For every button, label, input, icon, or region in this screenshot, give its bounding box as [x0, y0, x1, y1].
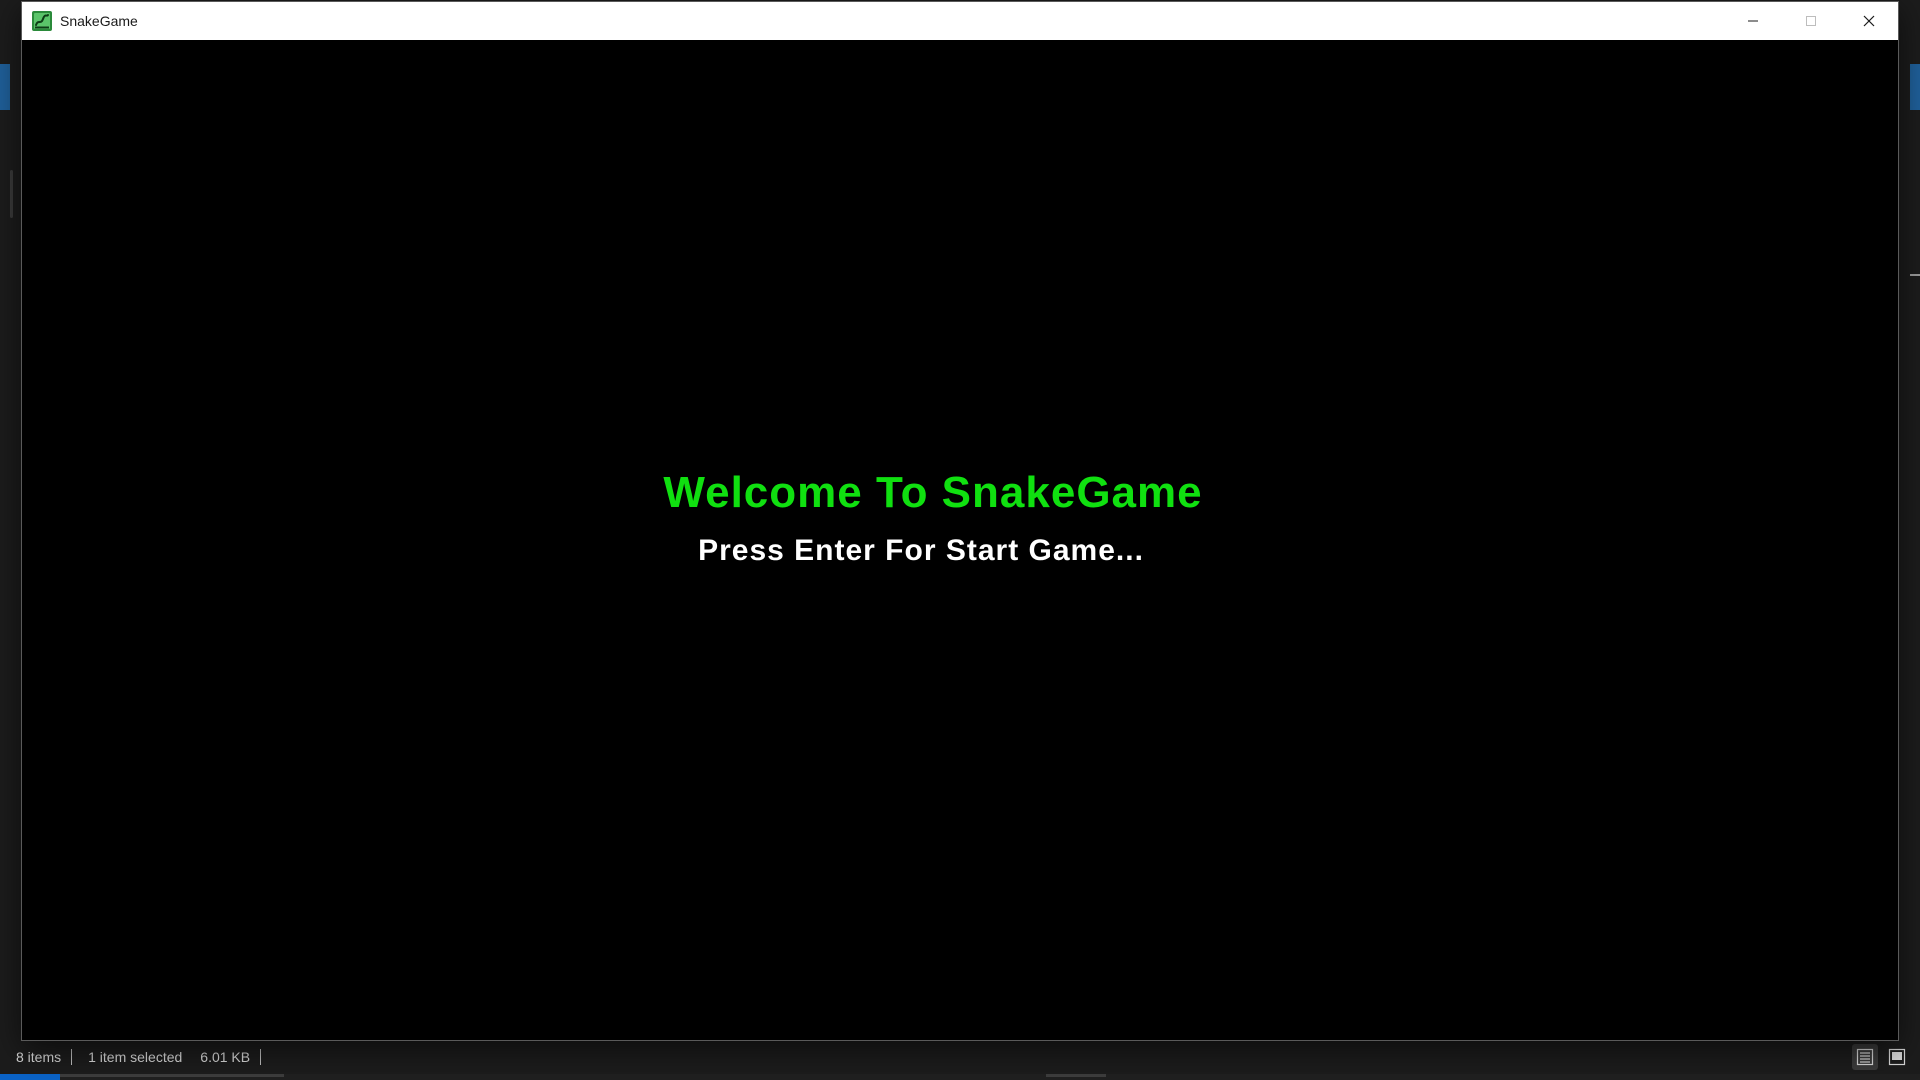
welcome-title: Welcome To SnakeGame: [663, 468, 1203, 517]
close-button[interactable]: [1840, 2, 1898, 40]
window-title-bar[interactable]: SnakeGame: [22, 2, 1898, 40]
status-size: 6.01 KB: [200, 1049, 251, 1065]
taskbar-segment: [1046, 1074, 1106, 1077]
maximize-icon: [1806, 16, 1816, 26]
taskbar-accent: [0, 1074, 60, 1080]
details-view-icon: [1856, 1048, 1874, 1066]
status-selection: 1 item selected: [88, 1049, 183, 1065]
maximize-button[interactable]: [1782, 2, 1840, 40]
snake-app-icon: [32, 11, 52, 31]
status-separator: [260, 1049, 262, 1065]
start-prompt: Press Enter For Start Game...: [698, 534, 1144, 567]
snakegame-window: SnakeGame Welcome To SnakeGame Press Ent…: [22, 2, 1898, 1040]
explorer-scroll-indicator[interactable]: [10, 170, 13, 218]
large-icons-view-button[interactable]: [1884, 1044, 1910, 1070]
taskbar-segment: [60, 1074, 284, 1077]
large-icons-view-icon: [1888, 1048, 1906, 1066]
view-mode-buttons: [1852, 1044, 1910, 1070]
explorer-left-accent: [0, 64, 10, 110]
minimize-button[interactable]: [1724, 2, 1782, 40]
window-controls: [1724, 2, 1898, 40]
window-title: SnakeGame: [60, 13, 138, 29]
game-canvas[interactable]: Welcome To SnakeGame Press Enter For Sta…: [22, 40, 1898, 1040]
status-items-count: 8 items: [16, 1049, 62, 1065]
explorer-status-bar: 8 items 1 item selected 6.01 KB: [0, 1040, 1920, 1074]
minimize-icon: [1748, 20, 1758, 22]
details-view-button[interactable]: [1852, 1044, 1878, 1070]
explorer-right-tick: [1910, 274, 1920, 276]
taskbar-edge: [0, 1074, 1920, 1080]
explorer-right-accent: [1910, 64, 1920, 110]
close-icon: [1863, 15, 1875, 27]
